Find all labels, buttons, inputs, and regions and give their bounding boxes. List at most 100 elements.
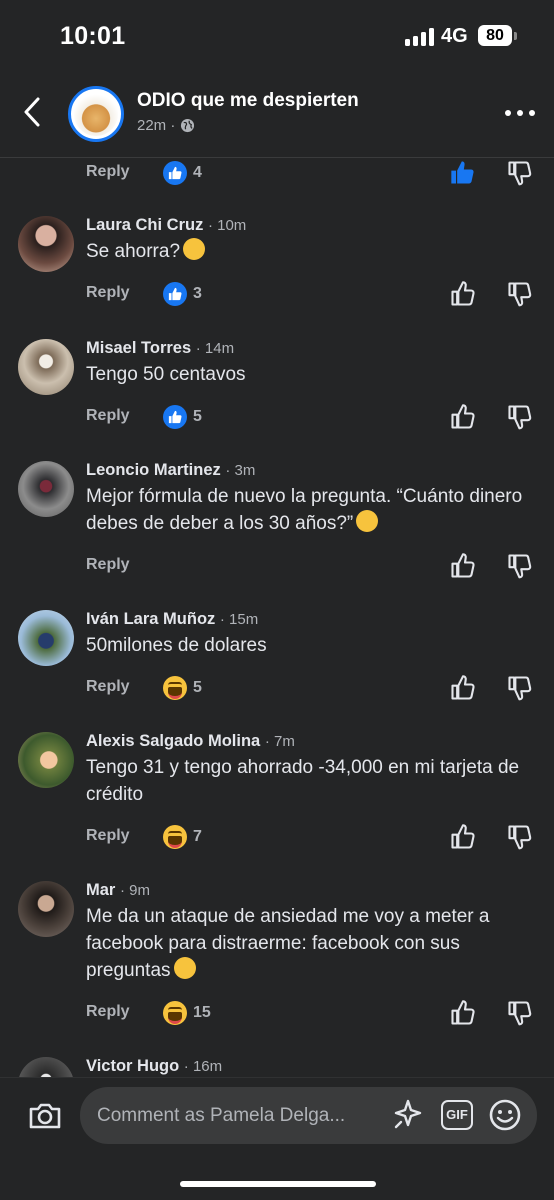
author-line: Iván Lara Muñoz · 15m [86,610,258,629]
reaction-summary[interactable]: 5 [163,676,202,700]
comment-time: · 10m [207,217,247,234]
like-reaction-icon [163,161,187,185]
avatar[interactable] [18,216,74,272]
reaction-count: 7 [193,828,202,845]
avatar[interactable] [18,732,74,788]
reply-button[interactable]: Reply [86,556,130,574]
emoji-button[interactable] [488,1098,522,1132]
more-options-button[interactable] [505,108,535,118]
haha-reaction-icon [163,825,187,849]
like-reaction-icon [163,282,187,306]
like-button[interactable] [449,674,477,702]
dislike-button[interactable] [506,403,534,431]
comment-time: · 7m [264,733,295,750]
group-name[interactable]: ODIO que me despierten [137,90,359,112]
comments-list[interactable]: Reply 4 Laura Chi Cruz · 10m Se ahorra? … [0,159,554,1077]
dislike-button[interactable] [506,674,534,702]
thumb-down-icon [508,676,532,701]
camera-icon [29,1103,61,1129]
status-time: 10:01 [60,22,126,50]
author-name[interactable]: Laura Chi Cruz [86,216,203,234]
avatar-sticker-button[interactable] [390,1097,426,1133]
comment-text: 50milones de dolares [86,635,267,656]
comment-text: Se ahorra? [86,238,536,265]
thumb-down-icon [508,554,532,579]
reaction-summary[interactable]: 4 [163,161,202,185]
tongue-emoji-icon [356,510,379,532]
thumb-down-icon [508,825,532,850]
like-button[interactable] [449,823,477,851]
comment-actions: Reply [0,552,554,582]
reaction-count: 4 [193,164,202,181]
reaction-summary[interactable]: 7 [163,825,202,849]
flushed-emoji-icon [183,238,206,260]
author-line: Laura Chi Cruz · 10m [86,216,246,235]
comment-time: · 16m [183,1058,223,1075]
avatar[interactable] [18,1057,74,1077]
like-button[interactable] [449,280,477,308]
avatar[interactable] [18,461,74,517]
globe-icon [181,118,195,133]
comment-text: Tengo 31 y tengo ahorrado -34,000 en mi … [86,757,520,805]
reply-button[interactable]: Reply [86,407,130,425]
comment-actions: Reply 7 [0,823,554,853]
comment-actions: Reply 15 [0,999,554,1029]
smiley-icon [489,1099,521,1131]
dislike-button[interactable] [506,552,534,580]
thumb-up-icon [451,1000,475,1025]
comment-time: · 3m [225,462,256,479]
reply-button[interactable]: Reply [86,163,130,181]
author-line: Leoncio Martinez · 3m [86,461,255,480]
comment-text: Tengo 50 centavos [86,364,246,385]
author-name[interactable]: Leoncio Martinez [86,461,221,479]
like-button[interactable] [449,403,477,431]
comment-actions: Reply 5 [0,403,554,433]
author-name[interactable]: Alexis Salgado Molina [86,732,260,750]
camera-button[interactable] [27,1099,63,1133]
thumb-up-icon [451,675,475,700]
dislike-button[interactable] [506,280,534,308]
thumb-up-icon [451,824,475,849]
home-indicator[interactable] [180,1181,376,1187]
avatar[interactable] [18,610,74,666]
author-name[interactable]: Misael Torres [86,339,191,357]
thumb-up-filled-icon [451,161,474,184]
reaction-summary[interactable]: 15 [163,1001,211,1025]
group-avatar[interactable] [68,86,124,142]
gif-button[interactable]: GIF [441,1100,473,1130]
like-reaction-icon [163,405,187,429]
signal-icon [405,28,435,46]
author-name[interactable]: Victor Hugo [86,1057,179,1075]
like-button[interactable] [449,552,477,580]
chevron-left-icon [24,97,40,127]
like-button[interactable] [449,999,477,1027]
avatar[interactable] [18,339,74,395]
avatar[interactable] [18,881,74,937]
comment-time: · 9m [119,882,150,899]
thumb-down-icon [508,161,532,186]
thumb-down-icon [508,405,532,430]
group-meta: 22m · [137,117,195,134]
dislike-button[interactable] [506,999,534,1027]
header: ODIO que me despierten 22m · [0,70,554,158]
dislike-button[interactable] [506,159,534,187]
reaction-summary[interactable]: 5 [163,405,202,429]
author-line: Mar · 9m [86,881,150,900]
back-button[interactable] [18,94,50,130]
reply-button[interactable]: Reply [86,827,130,845]
reaction-count: 3 [193,285,202,302]
author-name[interactable]: Iván Lara Muñoz [86,610,215,628]
reaction-count: 5 [193,408,202,425]
haha-reaction-icon [163,1001,187,1025]
reply-button[interactable]: Reply [86,284,130,302]
like-button[interactable] [449,159,477,187]
author-name[interactable]: Mar [86,881,115,899]
reply-button[interactable]: Reply [86,1003,130,1021]
reaction-count: 5 [193,679,202,696]
reply-button[interactable]: Reply [86,678,130,696]
comment-actions: Reply 3 [0,280,554,310]
reaction-summary[interactable]: 3 [163,282,202,306]
dislike-button[interactable] [506,823,534,851]
author-line: Alexis Salgado Molina · 7m [86,732,295,751]
battery-tip [514,32,517,40]
